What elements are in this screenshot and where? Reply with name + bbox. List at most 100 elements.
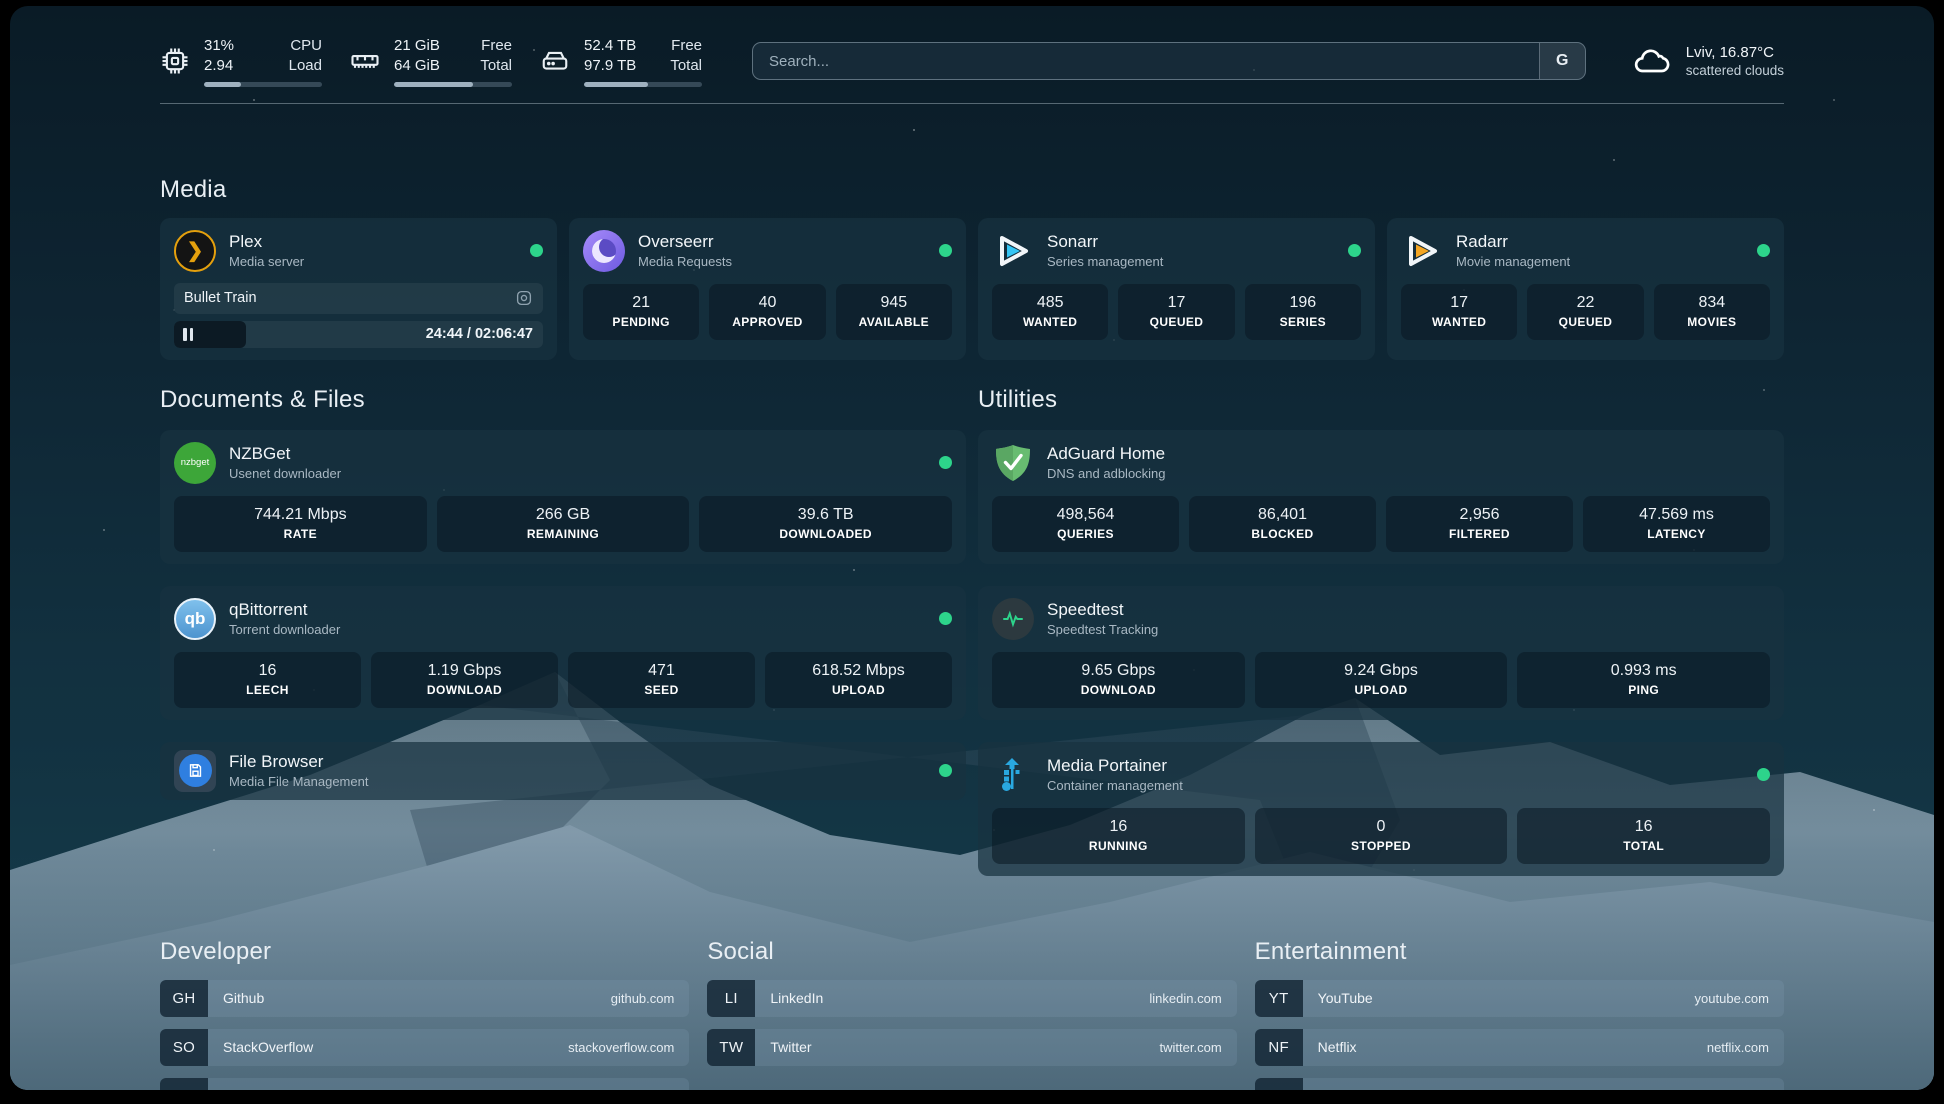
stat-tile: 86,401 BLOCKED xyxy=(1189,496,1376,552)
app-card-portainer[interactable]: Media Portainer Container management 16 … xyxy=(978,742,1784,876)
search-input[interactable] xyxy=(753,43,1539,79)
radarr-icon xyxy=(1401,230,1443,272)
app-name: AdGuard Home xyxy=(1047,444,1166,464)
stat-value: 16 xyxy=(259,662,277,680)
stat-label: BLOCKED xyxy=(1251,527,1313,541)
bookmark-url: linkedin.com xyxy=(1149,991,1236,1006)
stat-label: WANTED xyxy=(1432,315,1486,329)
app-name: Overseerr xyxy=(638,232,732,252)
bookmark-twitter[interactable]: TW Twitter twitter.com xyxy=(707,1029,1236,1066)
cpu-usage-value: 31% xyxy=(204,36,262,56)
stat-label: UPLOAD xyxy=(1354,683,1407,697)
stat-value: 86,401 xyxy=(1258,506,1307,524)
app-name: Speedtest xyxy=(1047,600,1158,620)
bookmark-name: Reddit xyxy=(1303,1088,1358,1090)
bookmark-reddit[interactable]: RE Reddit reddit.com xyxy=(1255,1078,1784,1091)
weather-location-temp: Lviv, 16.87°C xyxy=(1686,44,1784,61)
bookmark-abbr: GH xyxy=(160,980,208,1017)
stat-value: 945 xyxy=(880,294,907,312)
bookmark-name: DEV xyxy=(208,1088,252,1090)
stat-tile: 40 APPROVED xyxy=(709,284,825,340)
stat-value: 618.52 Mbps xyxy=(812,662,905,680)
bookmark-linkedin[interactable]: LI LinkedIn linkedin.com xyxy=(707,980,1236,1017)
stat-tile: 2,956 FILTERED xyxy=(1386,496,1573,552)
stat-tile: 17 QUEUED xyxy=(1118,284,1234,340)
bookmark-netflix[interactable]: NF Netflix netflix.com xyxy=(1255,1029,1784,1066)
bookmark-github[interactable]: GH Github github.com xyxy=(160,980,689,1017)
search-engine-button[interactable]: G xyxy=(1539,43,1585,79)
search-bar: G xyxy=(752,42,1586,80)
stat-value: 16 xyxy=(1635,818,1653,836)
qbittorrent-icon: qb xyxy=(174,598,216,640)
now-playing-title: Bullet Train xyxy=(184,290,257,306)
stat-value: 47.569 ms xyxy=(1639,506,1714,524)
stat-value: 40 xyxy=(759,294,777,312)
status-online-dot xyxy=(1348,244,1361,257)
stat-value: 9.65 Gbps xyxy=(1081,662,1155,680)
stat-tile: 744.21 Mbps RATE xyxy=(174,496,427,552)
cpu-usage-label: CPU xyxy=(284,36,322,56)
app-card-adguard[interactable]: AdGuard Home DNS and adblocking 498,564 … xyxy=(978,430,1784,564)
app-card-qbittorrent[interactable]: qb qBittorrent Torrent downloader 16 LEE… xyxy=(160,586,966,720)
stat-label: WANTED xyxy=(1023,315,1077,329)
app-card-nzbget[interactable]: nzbget NZBGet Usenet downloader 744.21 M… xyxy=(160,430,966,564)
stat-label: DOWNLOAD xyxy=(427,683,502,697)
bookmark-url: twitter.com xyxy=(1160,1040,1237,1055)
app-card-speedtest[interactable]: Speedtest Speedtest Tracking 9.65 Gbps D… xyxy=(978,586,1784,720)
disk-total-label: Total xyxy=(664,56,702,76)
disk-icon xyxy=(540,46,570,76)
disk-total-value: 97.9 TB xyxy=(584,56,642,76)
app-desc: Media Requests xyxy=(638,254,732,269)
stat-tile: 485 WANTED xyxy=(992,284,1108,340)
stat-label: SEED xyxy=(644,683,678,697)
stat-tile: 618.52 Mbps UPLOAD xyxy=(765,652,952,708)
app-card-radarr[interactable]: Radarr Movie management 17 WANTED 22 QUE… xyxy=(1387,218,1784,360)
weather-widget[interactable]: Lviv, 16.87°C scattered clouds xyxy=(1632,41,1784,81)
app-desc: Media server xyxy=(229,254,304,269)
stat-tile: 0.993 ms PING xyxy=(1517,652,1770,708)
bookmark-url: stackoverflow.com xyxy=(568,1040,689,1055)
ram-free-label: Free xyxy=(474,36,512,56)
stat-value: 834 xyxy=(1698,294,1725,312)
stat-value: 266 GB xyxy=(536,506,590,524)
bookmark-abbr: DT xyxy=(160,1078,208,1091)
adguard-icon xyxy=(992,442,1034,484)
app-card-filebrowser[interactable]: File Browser Media File Management xyxy=(160,742,966,800)
plex-progress-bar[interactable]: 24:44 / 02:06:47 xyxy=(174,321,543,348)
stat-label: LATENCY xyxy=(1647,527,1706,541)
stat-tile: 0 STOPPED xyxy=(1255,808,1508,864)
app-desc: Container management xyxy=(1047,778,1183,793)
app-card-plex[interactable]: ❯ Plex Media server Bullet Train xyxy=(160,218,557,360)
section-title-media: Media xyxy=(160,176,1784,204)
bookmark-dev[interactable]: DT DEV dev.to xyxy=(160,1078,689,1091)
ram-progress-track xyxy=(394,82,512,87)
stat-tile: 16 TOTAL xyxy=(1517,808,1770,864)
section-title-social: Social xyxy=(707,938,1236,966)
bookmark-name: StackOverflow xyxy=(208,1039,313,1055)
speedtest-icon xyxy=(992,598,1034,640)
cpu-load-label: Load xyxy=(284,56,322,76)
stat-value: 498,564 xyxy=(1057,506,1115,524)
bookmark-youtube[interactable]: YT YouTube youtube.com xyxy=(1255,980,1784,1017)
stat-value: 22 xyxy=(1577,294,1595,312)
stat-tile: 945 AVAILABLE xyxy=(836,284,952,340)
entertainment-group: Entertainment YT YouTube youtube.com NF … xyxy=(1255,938,1784,1091)
status-online-dot xyxy=(1757,244,1770,257)
stat-label: APPROVED xyxy=(732,315,803,329)
stat-label: AVAILABLE xyxy=(859,315,930,329)
ram-progress-fill xyxy=(394,82,473,87)
app-card-overseerr[interactable]: Overseerr Media Requests 21 PENDING 40 A… xyxy=(569,218,966,360)
section-title-entertainment: Entertainment xyxy=(1255,938,1784,966)
bookmark-stackoverflow[interactable]: SO StackOverflow stackoverflow.com xyxy=(160,1029,689,1066)
stat-value: 485 xyxy=(1037,294,1064,312)
stat-label: RATE xyxy=(284,527,317,541)
stat-tile: 834 MOVIES xyxy=(1654,284,1770,340)
nzbget-icon: nzbget xyxy=(174,442,216,484)
app-card-sonarr[interactable]: Sonarr Series management 485 WANTED 17 Q… xyxy=(978,218,1375,360)
stat-label: PING xyxy=(1628,683,1659,697)
app-desc: Usenet downloader xyxy=(229,466,341,481)
developer-group: Developer GH Github github.com SO StackO… xyxy=(160,938,689,1091)
pause-icon[interactable] xyxy=(183,328,195,341)
stat-value: 744.21 Mbps xyxy=(254,506,347,524)
bookmark-url: github.com xyxy=(611,991,690,1006)
